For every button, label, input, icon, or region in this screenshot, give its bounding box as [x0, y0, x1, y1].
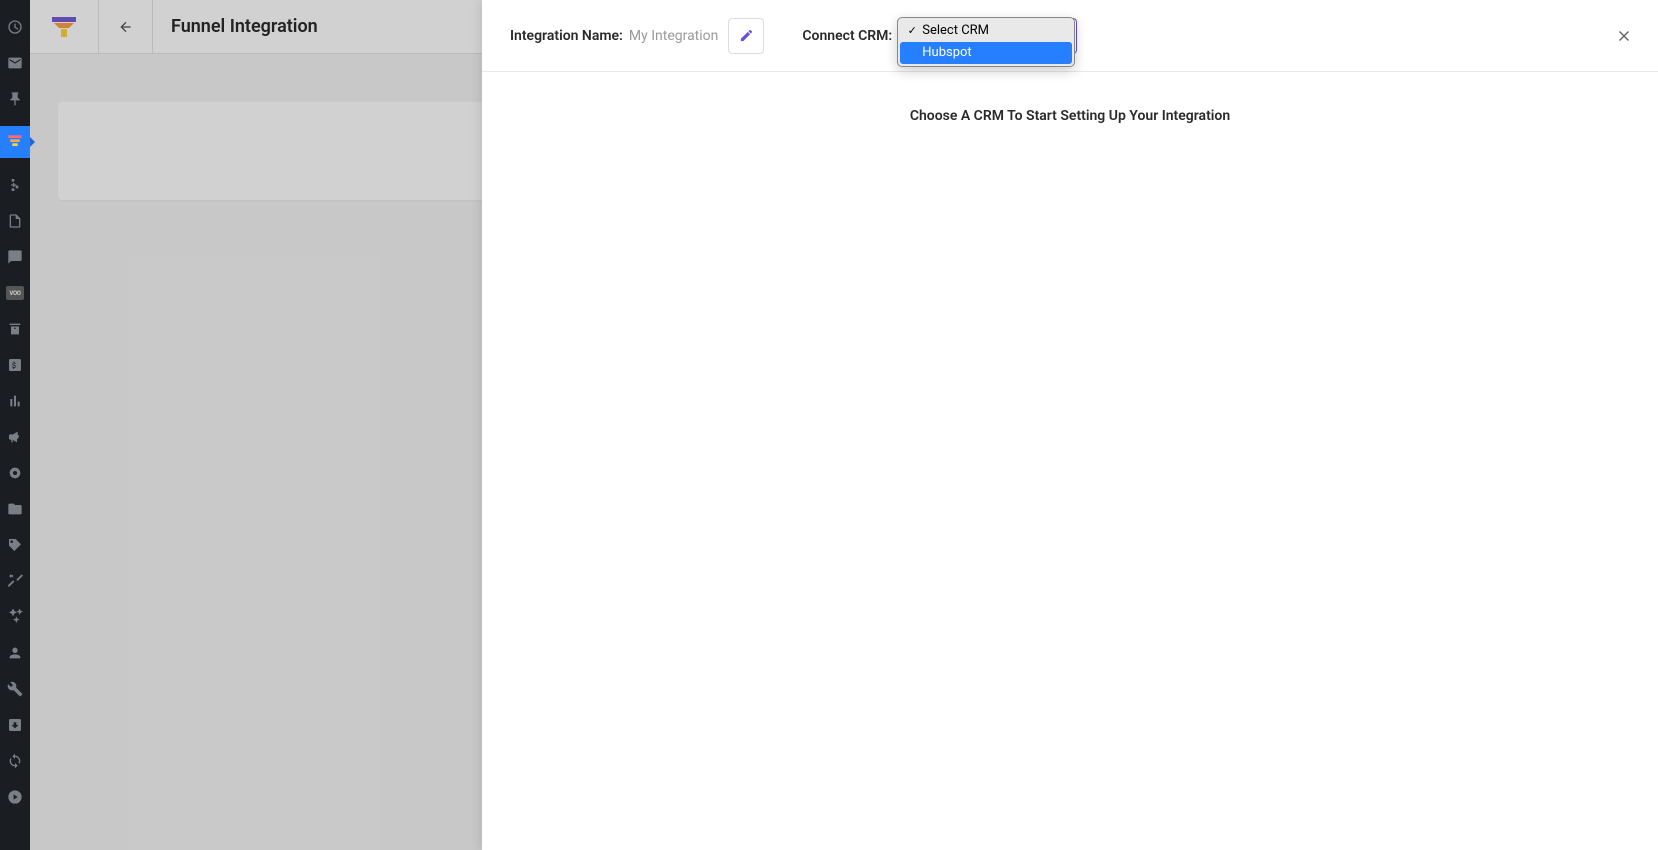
tag-icon — [7, 537, 23, 553]
voo-badge-icon: VOO — [6, 286, 24, 300]
pencil-icon — [739, 28, 754, 43]
voo-text: VOO — [9, 290, 20, 297]
archive-icon — [7, 321, 23, 337]
sidebar-item-import[interactable] — [0, 716, 30, 734]
refresh-icon — [7, 753, 23, 769]
modal-body: Choose A CRM To Start Setting Up Your In… — [482, 72, 1658, 124]
dollar-icon — [7, 357, 23, 373]
wand-icon — [7, 573, 23, 589]
sidebar-item-tag[interactable] — [0, 536, 30, 554]
dropdown-option-select-crm[interactable]: ✓ Select CRM — [900, 20, 1072, 42]
dropdown-option-label: Select CRM — [922, 23, 989, 38]
sidebar-item-voo[interactable]: VOO — [0, 284, 30, 302]
chat-icon — [7, 249, 23, 265]
sidebar-item-announce[interactable] — [0, 428, 30, 446]
folder-icon — [7, 501, 23, 517]
modal-header: Integration Name: My Integration Connect… — [482, 0, 1658, 72]
sidebar-item-pages[interactable] — [0, 212, 30, 230]
sidebar-item-mail[interactable] — [0, 54, 30, 72]
sidebar-item-folder[interactable] — [0, 500, 30, 518]
close-modal-button[interactable] — [1612, 24, 1636, 48]
sidebar-item-billing[interactable] — [0, 356, 30, 374]
gauge-icon — [7, 19, 23, 35]
integration-name-label: Integration Name: — [510, 28, 623, 44]
chart-icon — [7, 393, 23, 409]
sidebar-item-fix[interactable] — [0, 572, 30, 590]
sidebar-item-archive[interactable] — [0, 320, 30, 338]
sidebar-item-user[interactable] — [0, 644, 30, 662]
sidebar-item-chat[interactable] — [0, 248, 30, 266]
check-icon: ✓ — [906, 24, 918, 37]
mail-icon — [7, 55, 23, 71]
integration-name-value: My Integration — [629, 28, 719, 44]
megaphone-icon — [7, 429, 23, 445]
close-icon — [1615, 27, 1633, 45]
sidebar-item-magic[interactable] — [0, 608, 30, 626]
sidebar-item-analytics[interactable] — [0, 392, 30, 410]
user-icon — [7, 645, 23, 661]
document-icon — [7, 213, 23, 229]
sidebar-item-record[interactable] — [0, 464, 30, 482]
flow-icon — [7, 177, 23, 193]
left-sidebar: VOO — [0, 0, 30, 850]
integration-modal: Integration Name: My Integration Connect… — [482, 0, 1658, 850]
sparkle-icon — [7, 609, 23, 625]
wrench-icon — [7, 681, 23, 697]
edit-name-button[interactable] — [728, 18, 764, 54]
play-icon — [7, 789, 23, 805]
crm-dropdown: ✓ Select CRM Hubspot — [897, 17, 1075, 67]
connect-crm-label: Connect CRM: — [802, 28, 892, 44]
sidebar-item-pin[interactable] — [0, 90, 30, 108]
dropdown-option-hubspot[interactable]: Hubspot — [900, 42, 1072, 64]
crm-select-wrapper: ✓ Select CRM Hubspot — [897, 18, 1077, 54]
pin-icon — [7, 91, 23, 107]
sidebar-item-play[interactable] — [0, 788, 30, 806]
dropdown-option-label: Hubspot — [922, 45, 971, 60]
body-message: Choose A CRM To Start Setting Up Your In… — [482, 108, 1658, 124]
sidebar-item-flow[interactable] — [0, 176, 30, 194]
sidebar-item-tools[interactable] — [0, 680, 30, 698]
sidebar-item-funnel[interactable] — [0, 126, 30, 158]
record-icon — [7, 465, 23, 481]
sidebar-item-refresh[interactable] — [0, 752, 30, 770]
import-icon — [7, 717, 23, 733]
funnel-icon — [7, 135, 23, 149]
sidebar-item-dashboard[interactable] — [0, 18, 30, 36]
